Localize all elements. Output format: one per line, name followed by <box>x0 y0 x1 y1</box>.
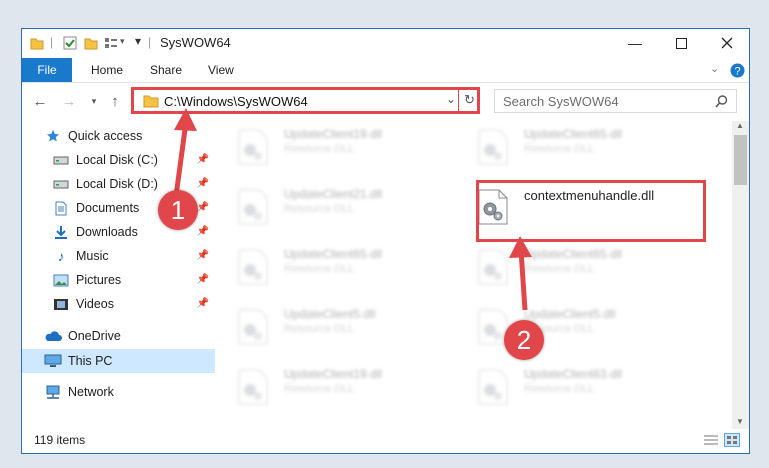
step-badge-2: 2 <box>504 320 544 360</box>
arrow-icon <box>173 108 532 311</box>
step-badge-1: 1 <box>158 190 198 230</box>
